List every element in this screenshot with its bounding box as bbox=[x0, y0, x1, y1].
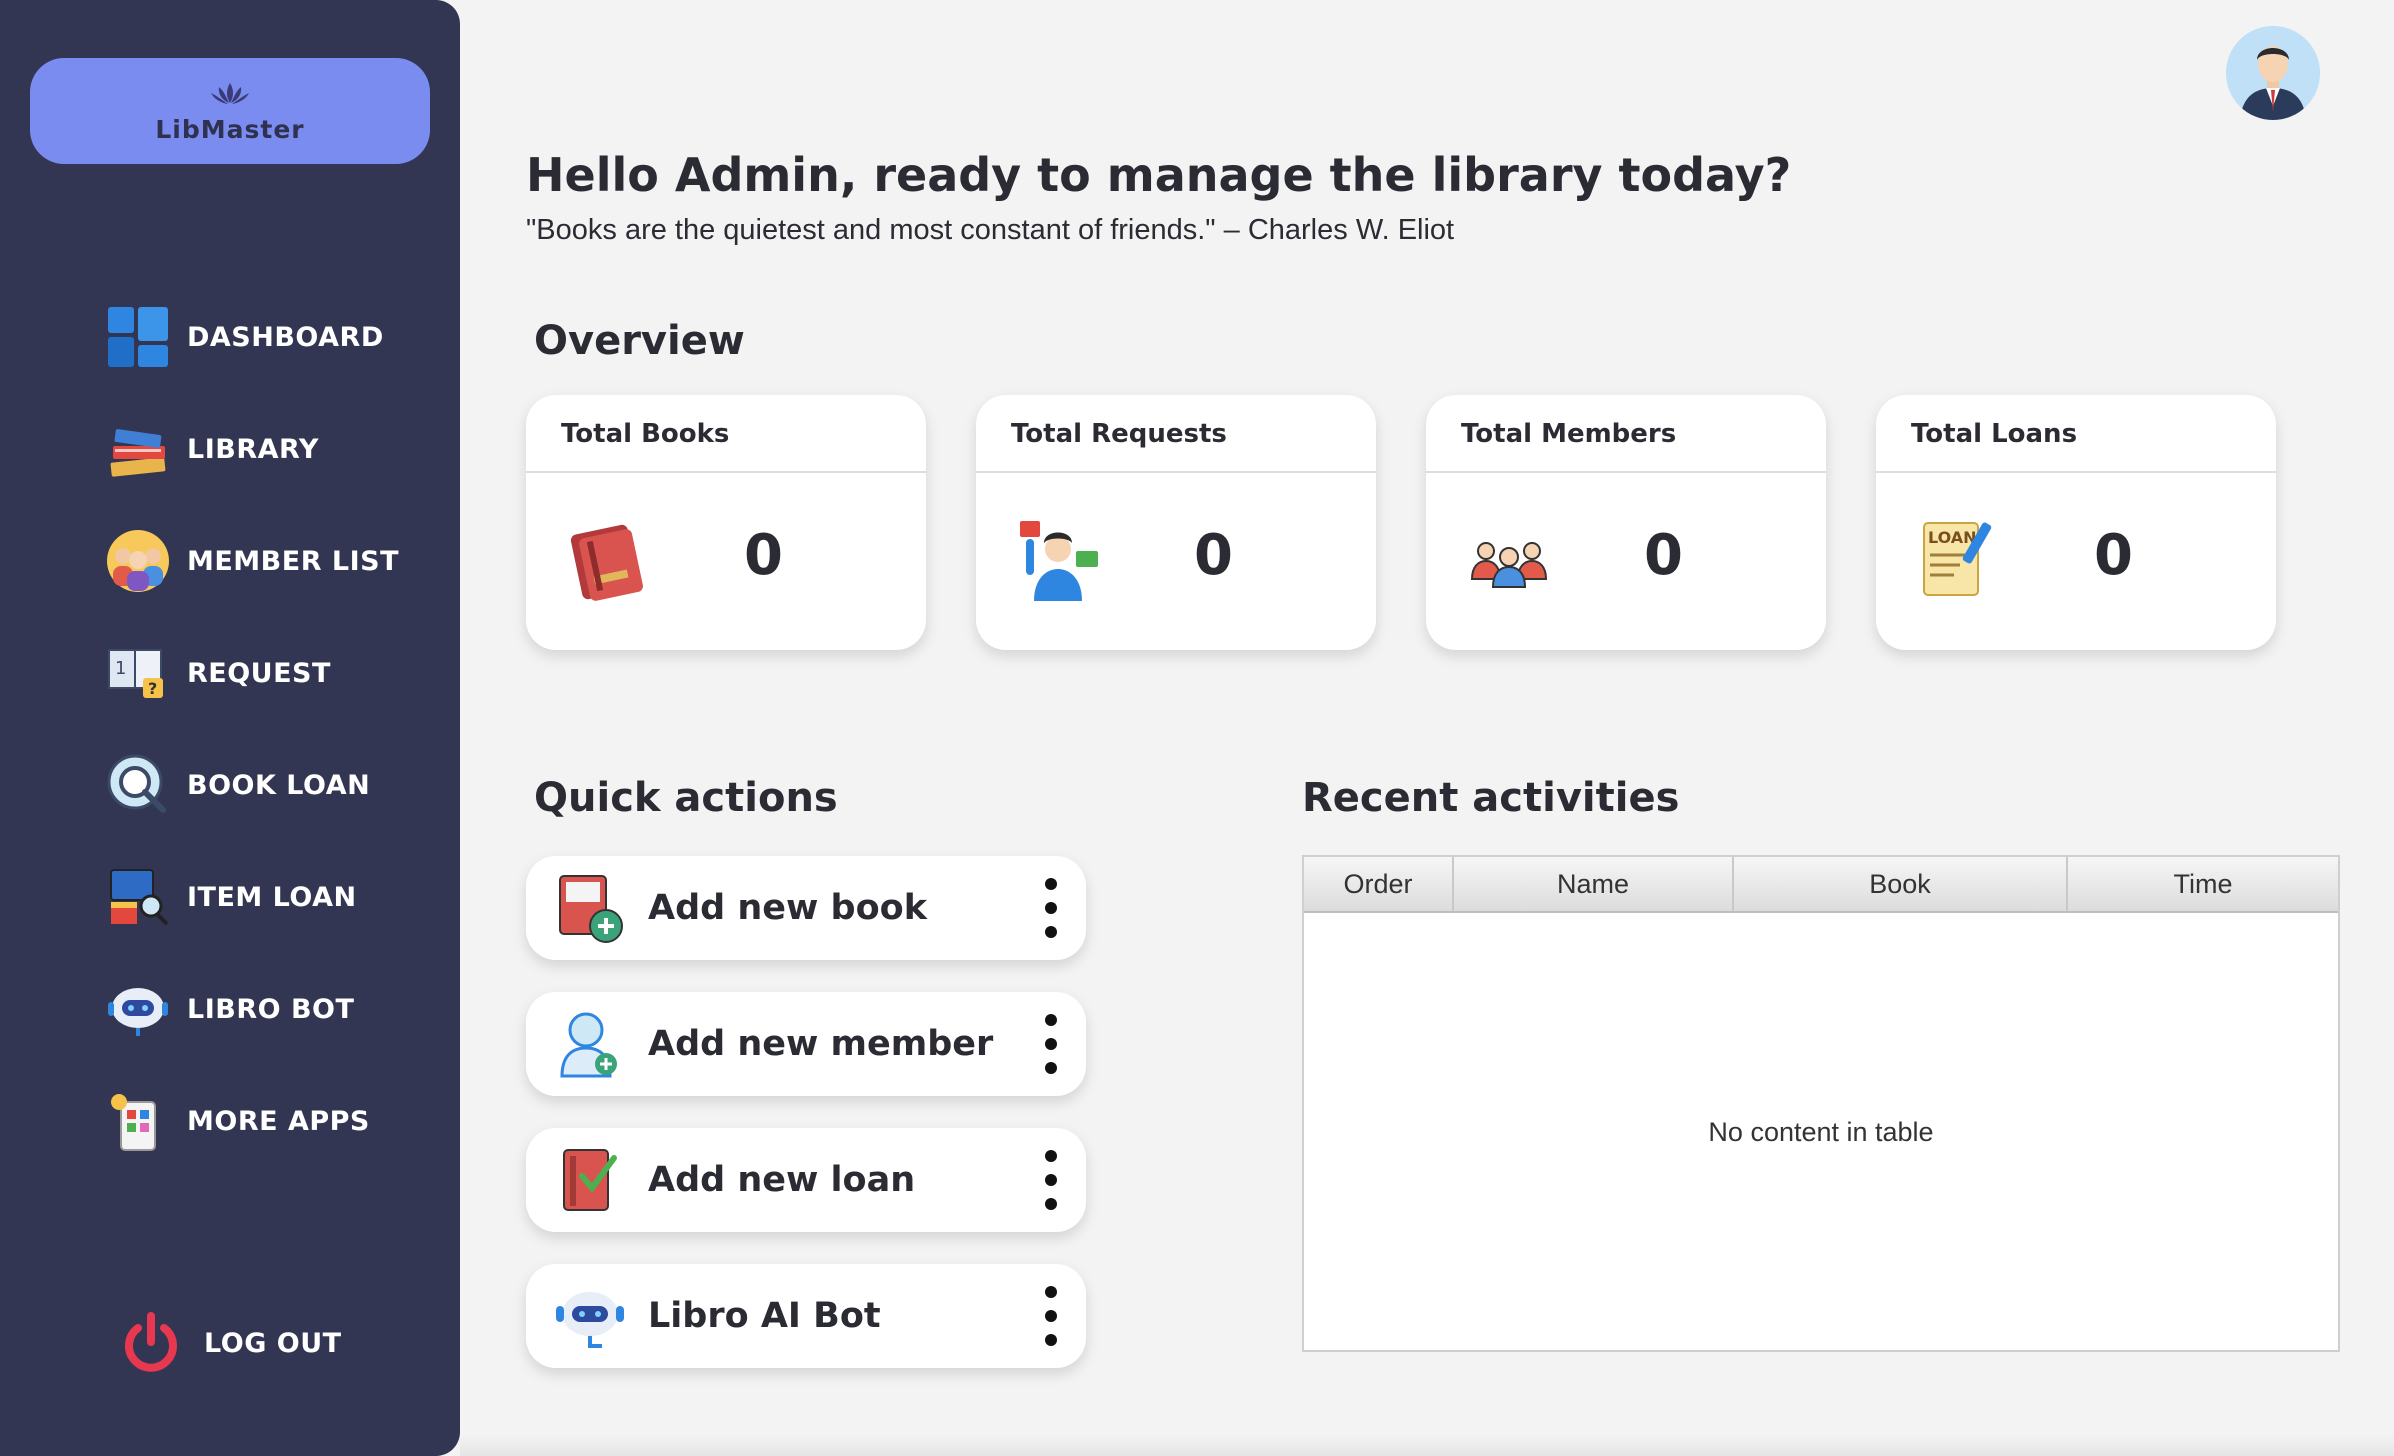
search-book-icon bbox=[107, 754, 166, 813]
card-value: 0 bbox=[744, 523, 783, 588]
stat-card-total-loans: Total Loans LOAN 0 bbox=[1876, 395, 2276, 650]
quick-action-label: Libro AI Bot bbox=[648, 1296, 881, 1336]
sidebar-item-more-apps[interactable]: MORE APPS bbox=[105, 1086, 399, 1156]
sidebar-item-label: LIBRARY bbox=[187, 433, 319, 465]
sidebar-item-label: BOOK LOAN bbox=[187, 769, 371, 801]
card-title: Total Members bbox=[1426, 395, 1826, 473]
recent-activities-title: Recent activities bbox=[1302, 775, 1680, 821]
members-icon bbox=[1470, 542, 1548, 588]
sidebar: LibMaster DASHBOARD LIBRARY MEMBER LIST … bbox=[0, 0, 460, 1456]
sidebar-item-library[interactable]: LIBRARY bbox=[105, 414, 399, 484]
sidebar-nav: DASHBOARD LIBRARY MEMBER LIST 1 ? REQUES… bbox=[105, 302, 399, 1198]
book-icon bbox=[570, 524, 643, 601]
quick-action-label: Add new member bbox=[648, 1024, 994, 1064]
svg-text:?: ? bbox=[148, 679, 157, 698]
add-book-icon bbox=[559, 875, 623, 943]
sidebar-item-item-loan[interactable]: ITEM LOAN bbox=[105, 862, 399, 932]
add-new-loan-button[interactable]: Add new loan bbox=[526, 1128, 1086, 1232]
sidebar-item-label: ITEM LOAN bbox=[187, 881, 357, 913]
logout-button[interactable]: LOG OUT bbox=[118, 1310, 342, 1376]
lotus-icon bbox=[211, 82, 249, 104]
column-header-book[interactable]: Book bbox=[1734, 857, 2068, 911]
power-icon bbox=[125, 1312, 177, 1372]
add-loan-icon bbox=[563, 1149, 617, 1211]
request-icon: 1 ? bbox=[108, 649, 163, 698]
svg-text:1: 1 bbox=[115, 658, 126, 679]
brand-name: LibMaster bbox=[155, 114, 305, 144]
card-title: Total Requests bbox=[976, 395, 1376, 473]
recent-activities-table: Order Name Book Time No content in table bbox=[1302, 855, 2340, 1352]
quick-action-label: Add new loan bbox=[648, 1160, 916, 1200]
more-options-icon[interactable] bbox=[1044, 1286, 1058, 1346]
sidebar-item-label: LIBRO BOT bbox=[187, 993, 355, 1025]
brand-button[interactable]: LibMaster bbox=[30, 58, 430, 164]
logout-label: LOG OUT bbox=[204, 1327, 342, 1359]
more-options-icon[interactable] bbox=[1044, 1014, 1058, 1074]
overview-title: Overview bbox=[534, 318, 745, 364]
bottom-shadow bbox=[460, 1434, 2394, 1456]
robot-icon bbox=[108, 988, 168, 1036]
add-member-icon bbox=[560, 1012, 617, 1078]
quote-text: "Books are the quietest and most constan… bbox=[526, 214, 1455, 246]
card-title: Total Books bbox=[526, 395, 926, 473]
sidebar-item-book-loan[interactable]: BOOK LOAN bbox=[105, 750, 399, 820]
loan-document-icon: LOAN bbox=[1923, 522, 1992, 596]
sidebar-item-label: DASHBOARD bbox=[187, 321, 384, 353]
person-request-icon bbox=[1020, 521, 1098, 601]
books-stack-icon bbox=[110, 429, 166, 477]
sidebar-item-label: REQUEST bbox=[187, 657, 331, 689]
apps-icon bbox=[111, 1094, 156, 1151]
robot-icon bbox=[556, 1292, 624, 1348]
dashboard-icon bbox=[108, 307, 168, 367]
table-empty-message: No content in table bbox=[1708, 1117, 1934, 1147]
quick-action-label: Add new book bbox=[648, 888, 927, 928]
user-avatar-icon bbox=[2226, 26, 2320, 120]
quick-actions-title: Quick actions bbox=[534, 775, 838, 821]
sidebar-item-label: MORE APPS bbox=[187, 1105, 370, 1137]
item-loan-icon bbox=[110, 869, 169, 926]
card-value: 0 bbox=[1194, 523, 1233, 588]
greeting-heading: Hello Admin, ready to manage the library… bbox=[526, 148, 1792, 202]
column-header-name[interactable]: Name bbox=[1454, 857, 1734, 911]
more-options-icon[interactable] bbox=[1044, 1150, 1058, 1210]
sidebar-item-label: MEMBER LIST bbox=[187, 545, 400, 577]
sidebar-item-dashboard[interactable]: DASHBOARD bbox=[105, 302, 399, 372]
add-new-book-button[interactable]: Add new book bbox=[526, 856, 1086, 960]
stat-card-total-members: Total Members 0 bbox=[1426, 395, 1826, 650]
column-header-time[interactable]: Time bbox=[2068, 857, 2338, 911]
sidebar-item-request[interactable]: 1 ? REQUEST bbox=[105, 638, 399, 708]
user-avatar[interactable] bbox=[2226, 26, 2320, 120]
stat-card-total-requests: Total Requests 0 bbox=[976, 395, 1376, 650]
people-icon bbox=[107, 530, 169, 592]
libro-ai-bot-button[interactable]: Libro AI Bot bbox=[526, 1264, 1086, 1368]
stat-card-total-books: Total Books 0 bbox=[526, 395, 926, 650]
add-new-member-button[interactable]: Add new member bbox=[526, 992, 1086, 1096]
card-title: Total Loans bbox=[1876, 395, 2276, 473]
more-options-icon[interactable] bbox=[1044, 878, 1058, 938]
svg-text:LOAN: LOAN bbox=[1928, 528, 1977, 547]
table-header: Order Name Book Time bbox=[1304, 857, 2338, 913]
sidebar-item-libro-bot[interactable]: LIBRO BOT bbox=[105, 974, 399, 1044]
column-header-order[interactable]: Order bbox=[1304, 857, 1454, 911]
card-value: 0 bbox=[2094, 523, 2133, 588]
sidebar-item-member-list[interactable]: MEMBER LIST bbox=[105, 526, 399, 596]
card-value: 0 bbox=[1644, 523, 1683, 588]
